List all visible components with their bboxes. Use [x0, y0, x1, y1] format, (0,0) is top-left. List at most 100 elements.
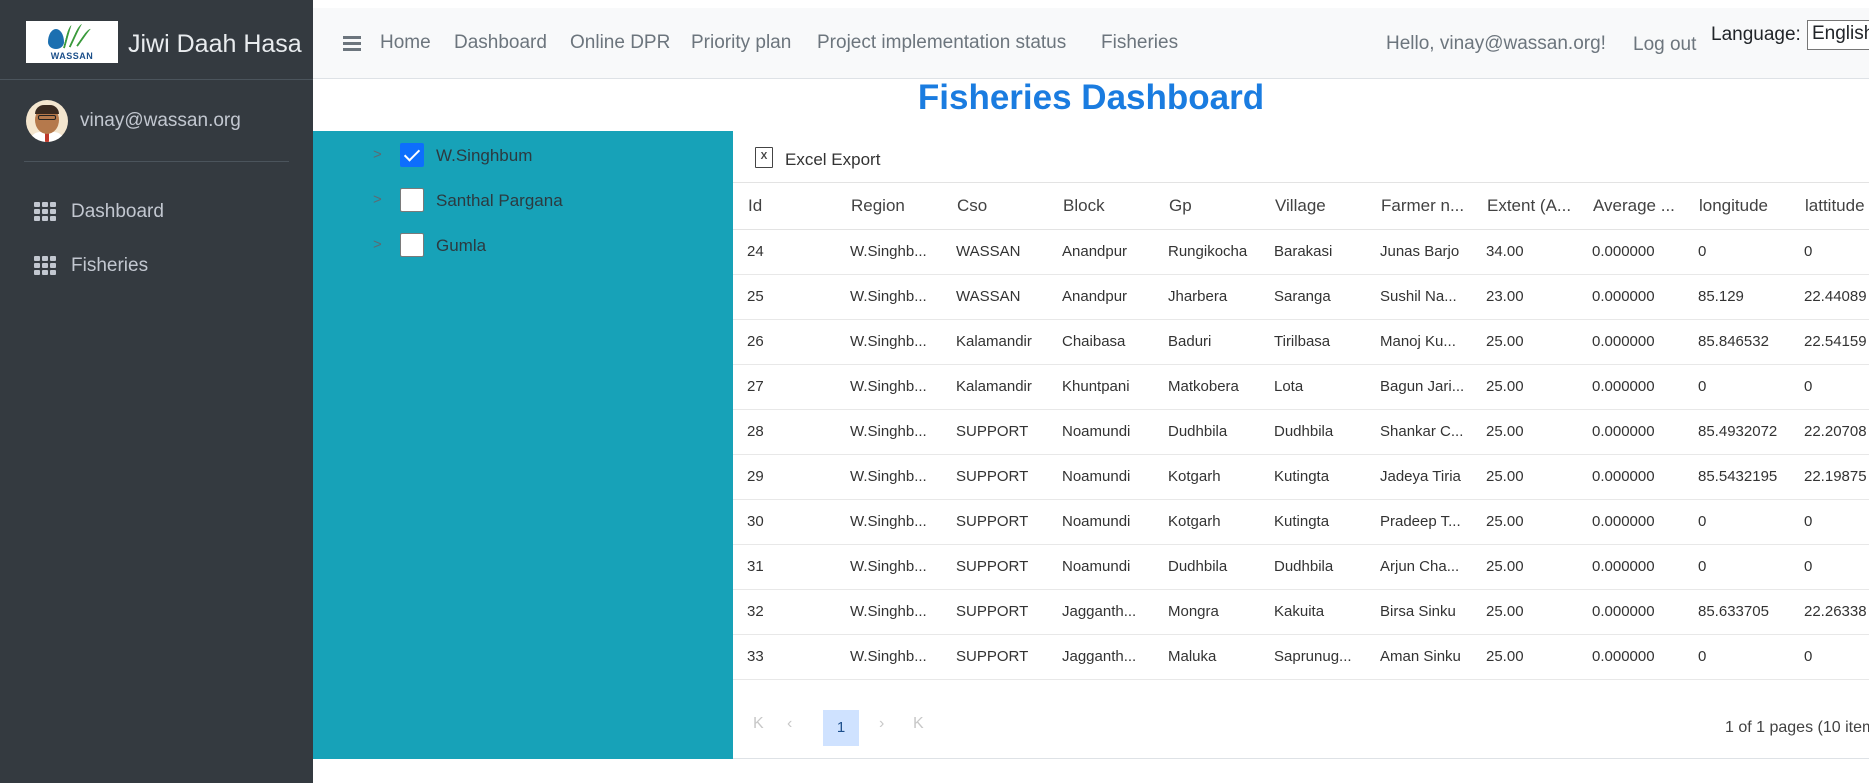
brand-link[interactable]: WASSAN Jiwi Daah Hasa [0, 8, 313, 80]
table-cell: WASSAN [942, 274, 1048, 320]
user-name[interactable]: vinay@wassan.org [80, 110, 241, 132]
table-cell: SUPPORT [942, 544, 1048, 590]
column-header[interactable]: Average ... [1578, 183, 1684, 230]
table-row[interactable]: 31 W.Singhb... SUPPORT Noamundi Dudhbila Dudh… [733, 544, 1869, 590]
table-cell: WASSAN [942, 229, 1048, 275]
tree-checkbox[interactable] [400, 188, 424, 212]
column-header[interactable]: Region [836, 183, 942, 230]
page-number-button[interactable]: 1 [823, 710, 859, 746]
table-cell: Noamundi [1048, 409, 1154, 455]
chevron-right-icon[interactable]: > [373, 236, 382, 253]
chevron-right-icon[interactable]: > [373, 191, 382, 208]
table-cell: Kotgarh [1154, 454, 1260, 500]
table-cell: 0.000000 [1578, 364, 1684, 410]
table-cell: 0 [1790, 499, 1869, 545]
table-row[interactable]: 27 W.Singhb... Kalamandir Khuntpani Matkober… [733, 364, 1869, 410]
table-cell: 0.000000 [1578, 634, 1684, 680]
table-cell: W.Singhb... [836, 634, 942, 680]
column-header[interactable]: Farmer n... [1366, 183, 1472, 230]
table-cell: 85.633705 [1684, 589, 1790, 635]
table-cell: 85.4932072 [1684, 409, 1790, 455]
table-cell: W.Singhb... [836, 499, 942, 545]
table-cell: 0 [1684, 634, 1790, 680]
table-cell: Jagganth... [1048, 634, 1154, 680]
hello-user-link[interactable]: Hello, vinay@wassan.org! [1386, 33, 1606, 55]
table-row[interactable]: 30 W.Singhb... SUPPORT Noamundi Kotgarh Kutin… [733, 499, 1869, 545]
table-cell: 0.000000 [1578, 274, 1684, 320]
table-cell: Kakuita [1260, 589, 1366, 635]
table-cell: 31 [733, 544, 836, 590]
table-cell: 0.000000 [1578, 229, 1684, 275]
table-cell: 22.19875 [1790, 454, 1869, 500]
tree-checkbox[interactable] [400, 233, 424, 257]
tree-item-label[interactable]: Santhal Pargana [436, 191, 563, 211]
nav-online-dpr[interactable]: Online DPR [570, 32, 670, 54]
tree-item-label[interactable]: Gumla [436, 236, 486, 256]
nav-dashboard[interactable]: Dashboard [454, 32, 547, 54]
column-header[interactable]: Village [1260, 183, 1366, 230]
table-cell: 22.26338 [1790, 589, 1869, 635]
table-cell: 0.000000 [1578, 454, 1684, 500]
nav-priority-plan[interactable]: Priority plan [691, 32, 791, 54]
sidebar-item-fisheries[interactable]: Fisheries [34, 250, 294, 280]
nav-project-implementation-status[interactable]: Project implementation status [817, 32, 1066, 54]
table-row[interactable]: 24 W.Singhb... WASSAN Anandpur Rungikocha Bar… [733, 229, 1869, 275]
tree-checkbox[interactable] [400, 143, 424, 167]
sidebar-item-dashboard[interactable]: Dashboard [34, 196, 294, 226]
table-cell: Anandpur [1048, 229, 1154, 275]
table-cell: W.Singhb... [836, 544, 942, 590]
table-cell: 25.00 [1472, 634, 1578, 680]
fisheries-grid: X Excel Export Id Region Cso Block Gp Village… [733, 131, 1869, 759]
table-cell: Anandpur [1048, 274, 1154, 320]
pager: K ‹ 1 › K 1 of 1 pages (10 items) [733, 683, 1869, 759]
table-cell: Maluka [1154, 634, 1260, 680]
table-cell: 27 [733, 364, 836, 410]
language-select[interactable]: English [1807, 20, 1869, 50]
logout-button[interactable]: Log out [1633, 34, 1696, 56]
table-cell: W.Singhb... [836, 229, 942, 275]
table-row[interactable]: 26 W.Singhb... Kalamandir Chaibasa Baduri Tir… [733, 319, 1869, 365]
table-cell: Jharbera [1154, 274, 1260, 320]
tree-item-label[interactable]: W.Singhbum [436, 146, 532, 166]
column-header[interactable]: Gp [1154, 183, 1260, 230]
table-cell: 25.00 [1472, 409, 1578, 455]
last-page-button[interactable]: K [913, 715, 924, 733]
column-header[interactable]: Cso [942, 183, 1048, 230]
first-page-button[interactable]: K [753, 715, 764, 733]
table-cell: Pradeep T... [1366, 499, 1472, 545]
table-cell: Matkobera [1154, 364, 1260, 410]
column-header[interactable]: lattitude [1790, 183, 1869, 230]
nav-fisheries[interactable]: Fisheries [1101, 32, 1178, 54]
table-cell: SUPPORT [942, 589, 1048, 635]
table-cell: 24 [733, 229, 836, 275]
table-row[interactable]: 28 W.Singhb... SUPPORT Noamundi Dudhbila Dudh… [733, 409, 1869, 455]
table-cell: Noamundi [1048, 499, 1154, 545]
table-cell: 26 [733, 319, 836, 365]
table-cell: SUPPORT [942, 634, 1048, 680]
hamburger-menu-icon[interactable] [343, 36, 361, 51]
table-cell: 25.00 [1472, 589, 1578, 635]
table-row[interactable]: 29 W.Singhb... SUPPORT Noamundi Kotgarh Kutin… [733, 454, 1869, 500]
prev-page-button[interactable]: ‹ [787, 715, 792, 733]
column-header[interactable]: Block [1048, 183, 1154, 230]
top-navbar: Home Dashboard Online DPR Priority plan … [313, 8, 1869, 79]
table-row[interactable]: 25 W.Singhb... WASSAN Anandpur Jharbera Saran… [733, 274, 1869, 320]
column-header[interactable]: longitude [1684, 183, 1790, 230]
table-cell: Tirilbasa [1260, 319, 1366, 365]
table-cell: W.Singhb... [836, 319, 942, 365]
table-cell: 32 [733, 589, 836, 635]
column-header[interactable]: Extent (A... [1472, 183, 1578, 230]
table-cell: Arjun Cha... [1366, 544, 1472, 590]
table-cell: W.Singhb... [836, 454, 942, 500]
table-cell: 23.00 [1472, 274, 1578, 320]
table-cell: W.Singhb... [836, 409, 942, 455]
table-row[interactable]: 33 W.Singhb... SUPPORT Jagganth... Maluka Sap… [733, 634, 1869, 680]
table-row[interactable]: 32 W.Singhb... SUPPORT Jagganth... Mongra Kak… [733, 589, 1869, 635]
chevron-right-icon[interactable]: > [373, 146, 382, 163]
table-cell: W.Singhb... [836, 589, 942, 635]
table-cell: 85.129 [1684, 274, 1790, 320]
nav-home[interactable]: Home [380, 32, 431, 54]
column-header[interactable]: Id [733, 183, 836, 230]
table-cell: 0 [1790, 544, 1869, 590]
next-page-button[interactable]: › [879, 715, 884, 733]
